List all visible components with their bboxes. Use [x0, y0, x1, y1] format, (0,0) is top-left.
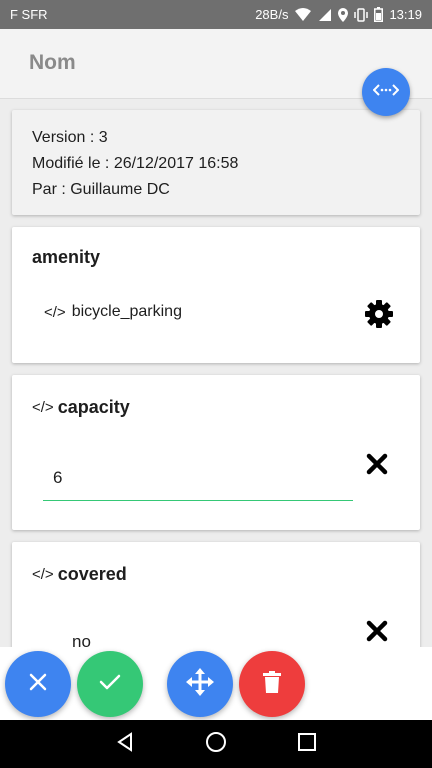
move-icon [186, 667, 214, 701]
system-nav-bar [0, 720, 432, 768]
tag-value-row: </> bicycle_parking [44, 303, 182, 321]
code-swap-button[interactable] [362, 68, 410, 116]
modified-label: Modifié le : 26/12/2017 16:58 [32, 155, 239, 172]
version-info-card: Version : 3 Modifié le : 26/12/2017 16:5… [12, 110, 420, 215]
recents-square-icon [297, 732, 317, 757]
vibrate-icon [354, 7, 369, 22]
tag-key-row: </> covered [32, 564, 127, 585]
carrier-label: F SFR [10, 7, 48, 22]
close-icon [366, 453, 388, 480]
tag-key: covered [57, 564, 127, 584]
trash-icon [263, 670, 281, 698]
wifi-icon [294, 7, 312, 22]
settings-button[interactable] [364, 299, 394, 334]
back-button[interactable] [105, 724, 145, 764]
tag-key: amenity [32, 247, 101, 267]
status-icons: 28B/s 13:19 [255, 7, 422, 22]
signal-icon [318, 8, 332, 22]
code-swap-icon [372, 83, 400, 102]
battery-icon [374, 7, 384, 22]
code-icon: </> [44, 303, 66, 321]
check-icon [99, 673, 121, 696]
cancel-button[interactable] [5, 651, 71, 717]
version-label: Version : 3 [32, 129, 108, 146]
clock: 13:19 [389, 7, 422, 22]
close-icon [366, 620, 388, 647]
network-speed: 28B/s [255, 7, 289, 22]
page-title: Nom [29, 51, 76, 74]
tag-card-amenity: amenity </> bicycle_parking [12, 227, 420, 363]
confirm-button[interactable] [77, 651, 143, 717]
back-triangle-icon [115, 731, 135, 757]
home-button[interactable] [196, 724, 236, 764]
remove-tag-button[interactable] [362, 618, 392, 648]
home-circle-icon [205, 731, 227, 758]
tag-key: capacity [57, 397, 130, 417]
recents-button[interactable] [287, 724, 327, 764]
location-icon [338, 7, 349, 22]
close-icon [28, 672, 48, 697]
move-button[interactable] [167, 651, 233, 717]
tag-key-row: </> capacity [32, 397, 130, 418]
status-bar: F SFR 28B/s 13:19 [0, 0, 432, 29]
author-label: Par : Guillaume DC [32, 181, 170, 198]
capacity-input[interactable] [43, 455, 353, 501]
code-icon: </> [32, 399, 54, 416]
remove-tag-button[interactable] [362, 451, 392, 481]
gear-icon [364, 299, 394, 334]
tag-value: bicycle_parking [71, 303, 182, 320]
code-icon: </> [32, 566, 54, 583]
tag-card-capacity: </> capacity [12, 375, 420, 530]
delete-button[interactable] [239, 651, 305, 717]
